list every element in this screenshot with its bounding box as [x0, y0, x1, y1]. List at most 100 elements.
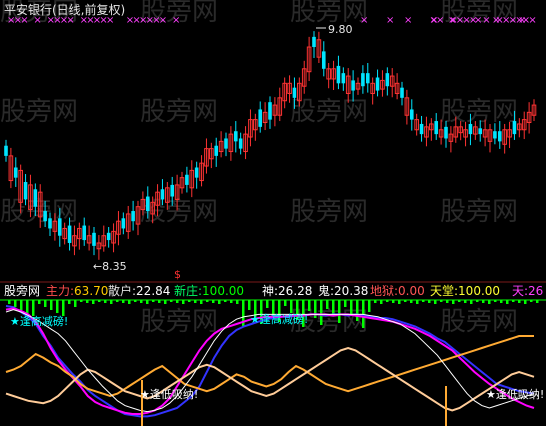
- candle-body-down: [400, 87, 404, 98]
- candle-body-down: [419, 123, 424, 135]
- signal-bar: [110, 300, 113, 304]
- candle-body-down: [512, 121, 517, 135]
- signal-bar: [74, 300, 77, 307]
- candle-body-down: [341, 73, 346, 84]
- readout-value: 100.00: [202, 284, 244, 298]
- signal-bar: [338, 300, 341, 323]
- readout-item: 天堂:100.00: [430, 284, 500, 298]
- signal-bar: [20, 300, 23, 310]
- readout-value: 26.28: [278, 284, 312, 298]
- candle-body-down: [233, 131, 238, 142]
- annotation-buy: ★逢低吸纳!: [140, 388, 198, 401]
- cross-marker: ×: [448, 15, 456, 26]
- readout-value: 100.00: [458, 284, 500, 298]
- watermark-text: 股旁网: [140, 197, 218, 227]
- annotation-sell: ★逢高减磅!: [250, 312, 308, 326]
- signal-bar: [284, 300, 287, 306]
- signal-bar: [344, 300, 347, 307]
- signal-bar: [14, 300, 17, 307]
- cross-marker: ×: [172, 15, 180, 26]
- candle-body-down: [478, 128, 483, 135]
- signal-dollar: $: [174, 268, 181, 281]
- signal-bar: [248, 300, 251, 310]
- candle-body-down: [497, 131, 502, 142]
- candle-body-down: [13, 167, 18, 178]
- cross-marker: ×: [492, 15, 500, 26]
- candle-body-down: [92, 232, 96, 246]
- signal-bar: [8, 300, 11, 304]
- readout-item: 地狱:0.00: [370, 284, 425, 298]
- candle-body-down: [365, 73, 370, 84]
- annotation-buy: ★逢低吸纳!: [486, 388, 544, 401]
- candle-body-down: [194, 167, 199, 178]
- candle-body-down: [131, 211, 135, 222]
- candle-body-down: [292, 87, 297, 98]
- candle-body-down: [493, 131, 497, 139]
- cross-marker: ×: [386, 15, 394, 26]
- candle-body-down: [121, 218, 126, 229]
- candle-body-down: [4, 145, 8, 156]
- candle-body-down: [238, 138, 243, 149]
- candle-body-down: [160, 189, 165, 200]
- signal-bar: [266, 300, 269, 308]
- readout-item: 新庄:100.00: [174, 283, 244, 298]
- signal-bar: [218, 300, 221, 304]
- readout-item: 天:26: [512, 284, 543, 298]
- signal-bar: [68, 300, 71, 304]
- watermark-text: 股旁网: [440, 97, 518, 127]
- readout-label: 鬼:: [318, 283, 334, 298]
- signal-bar: [38, 300, 41, 304]
- signal-bar: [62, 300, 65, 316]
- cross-marker: ×: [360, 15, 368, 26]
- candle-body-down: [444, 126, 448, 139]
- cross-marker: ×: [474, 15, 482, 26]
- readout-value: 26: [528, 284, 543, 298]
- candle-body-down: [43, 211, 47, 222]
- candle-body-down: [145, 196, 150, 212]
- candle-body-down: [214, 145, 219, 156]
- candle-body-down: [106, 232, 111, 241]
- main-pane: ××× × ×××× ××××× ×××××× × ×× ×××× × ××××××× × × × × × ×…: [0, 2, 546, 283]
- signal-bar: [290, 300, 293, 313]
- candle-body-down: [224, 138, 228, 149]
- signal-bar: [26, 300, 29, 313]
- sub-pane: ★逢高减磅! ★逢高减磅!★逢低吸纳! ★逢低吸纳!$股旁网 主力:63.70 散户:2…: [0, 268, 546, 426]
- candle-body-down: [23, 182, 28, 200]
- signal-bar: [326, 300, 329, 309]
- readout-label: 新庄:: [174, 283, 202, 298]
- chart-stage: 股旁网 股旁网 股旁网 股旁网 股旁网 股旁网 股旁网 股旁网 股旁网 股旁网 股旁网 股旁网 股旁网股…: [0, 0, 546, 426]
- candle-body-down: [434, 121, 439, 135]
- signal-bar: [44, 300, 47, 307]
- candle-body-down: [321, 51, 326, 69]
- readout-label: 主力:: [46, 284, 74, 298]
- signal-bar: [380, 300, 383, 304]
- candle-body-down: [351, 80, 355, 91]
- watermark-text: 股旁网: [140, 97, 218, 127]
- readout-item: 股旁网: [4, 283, 40, 298]
- readout-value: 20.38: [334, 284, 368, 298]
- readout-value: 0.00: [398, 284, 425, 298]
- watermark-text: 股旁网: [440, 307, 518, 337]
- candle-body-down: [312, 36, 316, 48]
- readout-value: 22.84: [136, 284, 170, 298]
- cross-marker: ×: [430, 15, 438, 26]
- signal-bar: [524, 300, 527, 304]
- signal-bar: [32, 300, 35, 316]
- readout-label: 散户:: [108, 283, 136, 298]
- signal-bar: [164, 300, 167, 304]
- watermark-text: 股旁网: [0, 97, 78, 127]
- readout-item: 主力:63.70: [46, 284, 108, 298]
- signal-bar: [506, 300, 509, 304]
- candle-body-down: [468, 123, 473, 135]
- candle-body-down: [82, 225, 87, 241]
- candle-body-down: [48, 218, 52, 229]
- signal-bar: [308, 300, 311, 311]
- signal-bar: [128, 300, 131, 304]
- signal-bar: [452, 300, 455, 304]
- cross-marker: ×: [518, 15, 526, 26]
- candle-body-down: [33, 189, 38, 207]
- signal-bar: [368, 300, 371, 312]
- watermark-text: 股旁网: [440, 197, 518, 227]
- candle-body-down: [385, 73, 390, 87]
- low-price-label: ←8.35: [93, 260, 127, 273]
